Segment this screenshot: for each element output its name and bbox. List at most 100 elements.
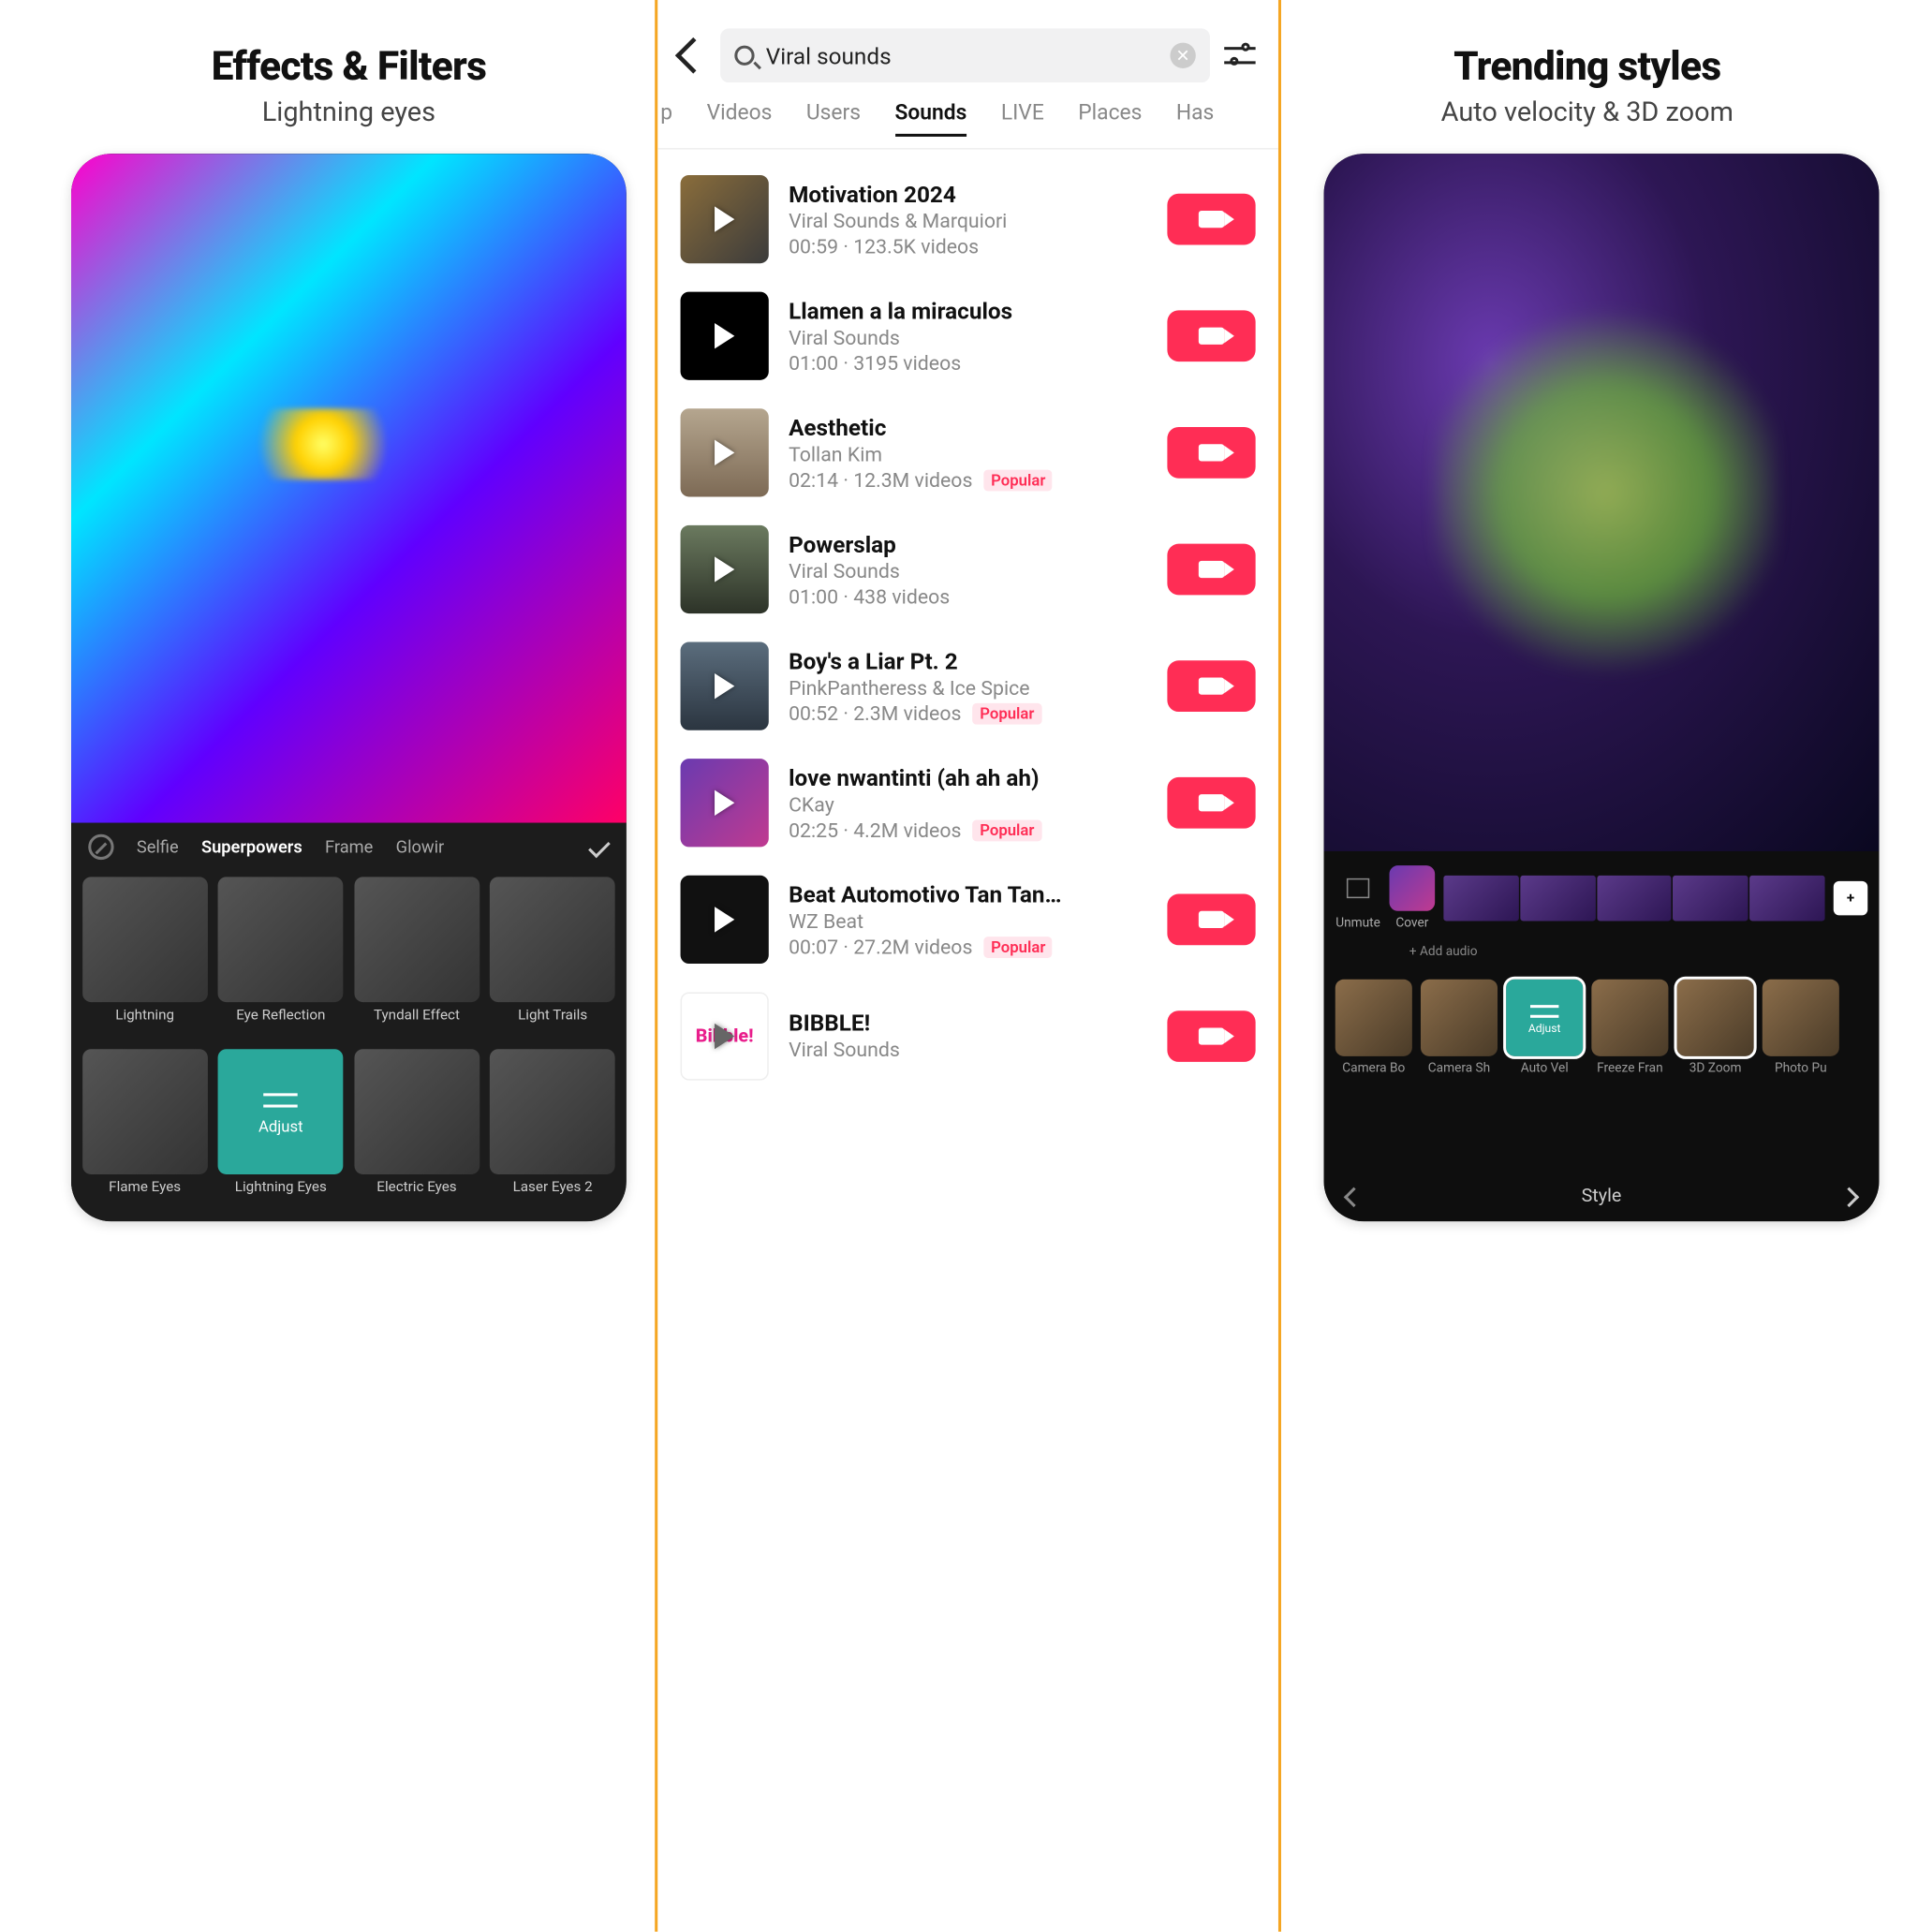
effect-item[interactable]: Tyndall Effect (351, 877, 481, 1043)
search-input[interactable]: Viral sounds ✕ (720, 28, 1210, 82)
sound-thumbnail[interactable] (681, 408, 769, 496)
tab-hashtags[interactable]: Has (1176, 99, 1214, 137)
style-item[interactable]: Freeze Fran (1591, 980, 1668, 1076)
confirm-icon[interactable] (588, 836, 611, 859)
sound-row[interactable]: AestheticTollan Kim02:14 · 12.3M videosP… (657, 394, 1278, 511)
effect-adjust[interactable]: AdjustLightning Eyes (215, 1049, 346, 1216)
sound-artist: CKay (789, 793, 1147, 816)
play-icon (715, 790, 734, 816)
record-button[interactable] (1167, 660, 1255, 712)
effect-item[interactable]: Laser Eyes 2 (488, 1049, 618, 1216)
tab-videos[interactable]: Videos (707, 99, 773, 137)
record-button[interactable] (1167, 544, 1255, 596)
timeline-strip[interactable] (1443, 876, 1824, 922)
sound-thumbnail[interactable] (681, 175, 769, 263)
sound-row[interactable]: love nwantinti (ah ah ah)CKay02:25 · 4.2… (657, 745, 1278, 862)
style-item[interactable]: 3D Zoom (1677, 980, 1754, 1076)
add-audio-button[interactable]: + Add audio (1324, 945, 1880, 967)
record-button[interactable] (1167, 427, 1255, 479)
tab-partial[interactable]: p (660, 99, 672, 137)
cancel-icon[interactable] (88, 834, 113, 860)
sound-thumbnail[interactable]: Bibble! (681, 992, 769, 1080)
sound-title: Llamen a la miraculos (789, 297, 1147, 324)
speaker-icon (1347, 878, 1369, 898)
style-thumb (1335, 980, 1412, 1056)
sound-artist: PinkPantheress & Ice Spice (789, 677, 1147, 700)
camera-icon (1199, 678, 1224, 695)
style-item[interactable]: Camera Sh (1421, 980, 1498, 1076)
style-label: 3D Zoom (1689, 1062, 1742, 1076)
tab-places[interactable]: Places (1078, 99, 1142, 137)
tab-live[interactable]: LIVE (1001, 99, 1044, 137)
back-icon[interactable] (675, 37, 712, 74)
sound-thumbnail[interactable] (681, 759, 769, 847)
record-button[interactable] (1167, 1010, 1255, 1062)
style-label: Camera Bo (1342, 1062, 1405, 1076)
record-button[interactable] (1167, 194, 1255, 245)
search-header: Viral sounds ✕ (657, 28, 1278, 99)
cover-thumb (1390, 865, 1436, 911)
sound-row[interactable]: Llamen a la miraculosViral Sounds01:00 ·… (657, 277, 1278, 394)
sound-artist: Viral Sounds (789, 327, 1147, 349)
effects-panel: Selfie Superpowers Frame Glowir Lightnin… (71, 823, 627, 1222)
tab-users[interactable]: Users (806, 99, 861, 137)
sound-title: Motivation 2024 (789, 180, 1147, 207)
unmute-button[interactable]: Unmute (1335, 865, 1381, 931)
sound-artist: Viral Sounds (789, 560, 1147, 583)
sound-meta: Boy's a Liar Pt. 2 PinkPantheress & Ice S… (789, 647, 1147, 726)
effect-item[interactable]: Electric Eyes (351, 1049, 481, 1216)
sound-stats: 00:07 · 27.2M videosPopular (789, 936, 1147, 958)
search-value: Viral sounds (766, 42, 892, 69)
sound-thumbnail[interactable] (681, 292, 769, 380)
tab-glowir[interactable]: Glowir (396, 837, 445, 857)
tab-selfie[interactable]: Selfie (137, 837, 179, 857)
popular-badge: Popular (973, 703, 1041, 725)
sound-title: Beat Automotivo Tan Tan… (789, 880, 1147, 907)
style-label: Photo Pu (1775, 1062, 1827, 1076)
play-icon (715, 1024, 734, 1049)
sound-stats: 00:59 · 123.5K videos (789, 236, 1147, 258)
sound-thumbnail[interactable] (681, 525, 769, 613)
sound-meta: PowerslapViral Sounds01:00 · 438 videos (789, 530, 1147, 609)
tab-sounds[interactable]: Sounds (894, 99, 966, 137)
play-icon (715, 206, 734, 231)
record-button[interactable] (1167, 310, 1255, 361)
sound-thumbnail[interactable] (681, 642, 769, 730)
effects-grid: Lightning Eye Reflection Tyndall Effect … (71, 871, 627, 1221)
chevron-left-icon[interactable] (1344, 1187, 1364, 1206)
sound-stats: 02:14 · 12.3M videosPopular (789, 469, 1147, 492)
record-button[interactable] (1167, 777, 1255, 829)
sound-row[interactable]: PowerslapViral Sounds01:00 · 438 videos (657, 511, 1278, 628)
clear-icon[interactable]: ✕ (1170, 43, 1195, 68)
sound-row[interactable]: Beat Automotivo Tan Tan…WZ Beat00:07 · 2… (657, 862, 1278, 979)
effect-item[interactable]: Light Trails (488, 877, 618, 1043)
search-icon (734, 46, 754, 66)
style-item[interactable]: Photo Pu (1763, 980, 1839, 1076)
cover-button[interactable]: Cover (1390, 865, 1436, 931)
camera-icon (1199, 328, 1224, 345)
play-icon (715, 907, 734, 932)
sound-title: Boy's a Liar Pt. 2 (789, 647, 1147, 674)
sound-meta: love nwantinti (ah ah ah)CKay02:25 · 4.2… (789, 763, 1147, 842)
tab-superpowers[interactable]: Superpowers (201, 837, 302, 857)
tab-frame[interactable]: Frame (325, 837, 373, 857)
sound-row[interactable]: Motivation 2024Viral Sounds & Marquiori0… (657, 161, 1278, 278)
add-clip-button[interactable]: + (1834, 881, 1867, 915)
sound-artist: Tollan Kim (789, 443, 1147, 465)
panel1-title: Effects & Filters (57, 43, 641, 90)
panel3-heading: Trending styles Auto velocity & 3D zoom (1324, 43, 1851, 128)
effect-item[interactable]: Flame Eyes (80, 1049, 210, 1216)
sound-row[interactable]: Boy's a Liar Pt. 2 PinkPantheress & Ice S… (657, 627, 1278, 745)
effect-preview-image (71, 154, 627, 822)
filter-icon[interactable] (1224, 43, 1255, 68)
effect-item[interactable]: Lightning (80, 877, 210, 1043)
effect-item[interactable]: Eye Reflection (215, 877, 346, 1043)
style-item[interactable]: Camera Bo (1335, 980, 1412, 1076)
popular-badge: Popular (984, 470, 1053, 492)
chevron-right-icon[interactable] (1839, 1187, 1859, 1206)
style-item[interactable]: AdjustAuto Vel (1506, 980, 1583, 1076)
sound-thumbnail[interactable] (681, 876, 769, 964)
play-icon (715, 556, 734, 582)
sound-row[interactable]: Bibble!BIBBLE!Viral Sounds (657, 978, 1278, 1095)
record-button[interactable] (1167, 894, 1255, 946)
